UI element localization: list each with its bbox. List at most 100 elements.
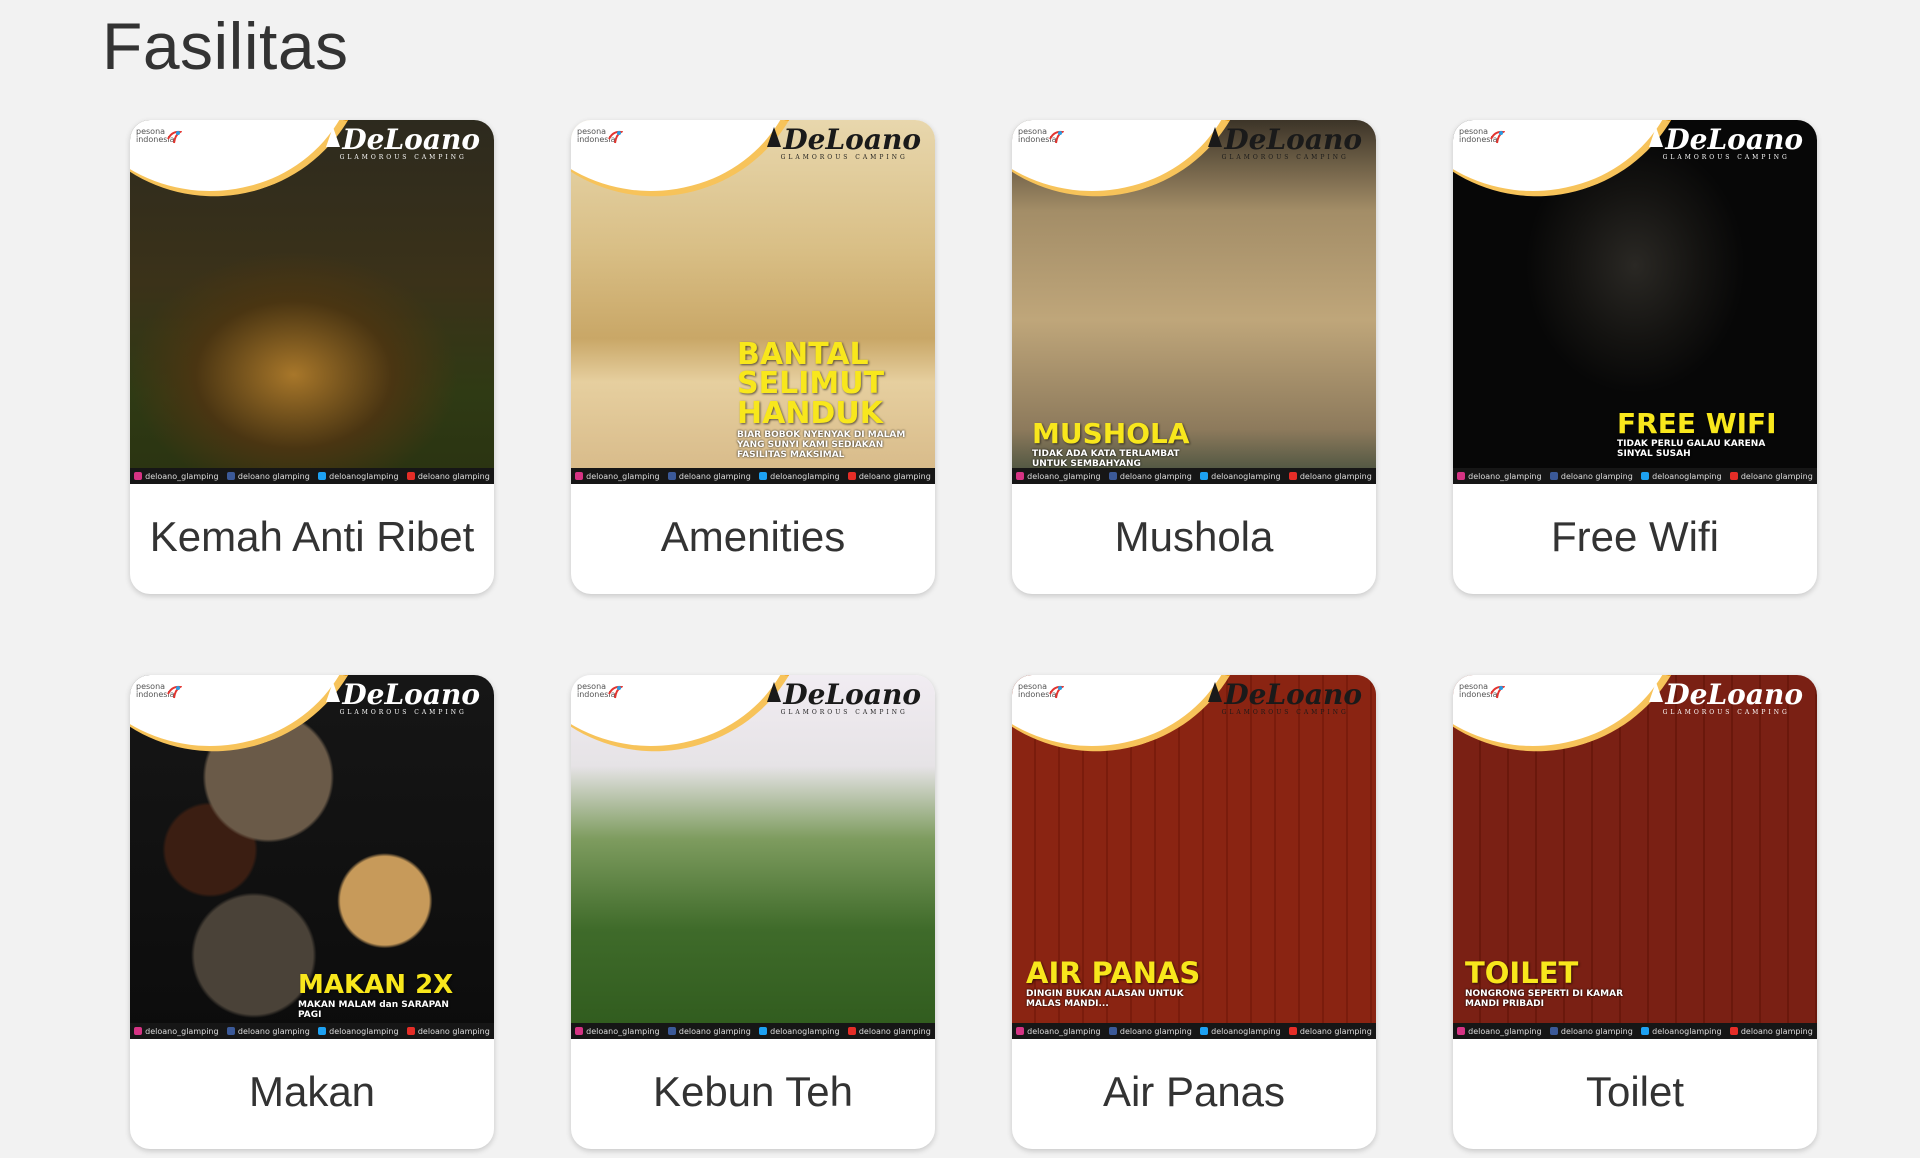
social-handle-text: deloano_glamping xyxy=(1468,471,1542,481)
social-handle: deloano glamping xyxy=(226,471,310,481)
overlay-subtitle: MAKAN MALAM dan SARAPAN PAGI xyxy=(298,1000,449,1021)
pesona-bird-icon xyxy=(167,130,182,144)
social-handle-text: deloano glamping xyxy=(237,1026,310,1036)
photo-overlay-text: MUSHOLA TIDAK ADA KATA TERLAMBAT UNTUK SE… xyxy=(1032,420,1202,470)
deloano-logo: DeLoano GLAMOROUS CAMPING xyxy=(1208,681,1362,717)
brand-tagline: GLAMOROUS CAMPING xyxy=(339,154,467,161)
facility-card[interactable]: pesona indonesia DeLoano GLAMOROUS CAMPING B… xyxy=(571,120,935,594)
social-handle: deloanoglamping xyxy=(1200,471,1281,481)
deloano-logo: DeLoano GLAMOROUS CAMPING xyxy=(1208,126,1362,162)
overlay-title: MAKAN 2X xyxy=(298,970,454,1000)
social-handle-text: deloanoglamping xyxy=(770,471,840,481)
instagram-icon xyxy=(575,1026,584,1035)
social-handle: deloano_glamping xyxy=(134,471,219,481)
social-handle-text: deloano glamping xyxy=(678,471,751,481)
brand-name: DeLoano xyxy=(783,123,921,156)
social-handle: deloano_glamping xyxy=(1457,471,1542,481)
social-handle-text: deloano_glamping xyxy=(145,471,219,481)
photo-overlay-text: AIR PANAS DINGIN BUKAN ALASAN UNTUK MALAS… xyxy=(1026,956,1201,1010)
social-strip: deloano_glamping deloano glamping deloanog… xyxy=(571,468,935,484)
brand-name: DeLoano xyxy=(1224,678,1362,711)
social-handle: deloanoglamping xyxy=(759,471,840,481)
social-handle: deloano glamping xyxy=(847,471,931,481)
facility-photo: pesona indonesia DeLoano GLAMOROUS CAMPING M… xyxy=(130,675,494,1039)
brand-name: DeLoano xyxy=(1665,123,1803,156)
instagram-icon xyxy=(134,471,143,480)
social-handle: deloano glamping xyxy=(1729,471,1813,481)
facility-card[interactable]: pesona indonesia DeLoano GLAMOROUS CAMPING T… xyxy=(1453,675,1817,1149)
facebook-icon xyxy=(1108,1026,1117,1035)
facility-card[interactable]: pesona indonesia DeLoano GLAMOROUS CAMPING d… xyxy=(130,120,494,594)
pesona-bird-icon xyxy=(1049,130,1064,144)
photo-overlay-text: FREE WIFI TIDAK PERLU GALAU KARENA SINYAL… xyxy=(1617,407,1787,460)
pine-tree-icon xyxy=(1208,127,1223,147)
youtube-icon xyxy=(406,1026,415,1035)
facebook-icon xyxy=(1108,471,1117,480)
brand-tagline: GLAMOROUS CAMPING xyxy=(1221,709,1349,716)
overlay-subtitle: BIAR BOBOK NYENYAK DI MALAM YANG SUNYI K… xyxy=(737,430,906,461)
brand-name: DeLoano xyxy=(1224,123,1362,156)
deloano-logo: DeLoano GLAMOROUS CAMPING xyxy=(1649,681,1803,717)
facebook-icon xyxy=(1549,1026,1558,1035)
photo-overlay-text: MAKAN 2X MAKAN MALAM dan SARAPAN PAGI xyxy=(298,970,468,1021)
social-strip: deloano_glamping deloano glamping deloanog… xyxy=(571,1023,935,1039)
social-handle-text: deloano glamping xyxy=(858,471,931,481)
instagram-icon xyxy=(1457,1026,1466,1035)
overlay-title: AIR PANAS xyxy=(1026,956,1201,990)
social-handle: deloano_glamping xyxy=(1016,471,1101,481)
social-strip: deloano_glamping deloano glamping deloanog… xyxy=(1012,1023,1376,1039)
social-handle-text: deloano glamping xyxy=(1560,1026,1633,1036)
youtube-icon xyxy=(847,471,856,480)
photo-overlay-text: TOILET NONGRONG SEPERTI DI KAMAR MANDI PR… xyxy=(1465,959,1635,1010)
twitter-icon xyxy=(1200,1026,1209,1035)
facility-grid: pesona indonesia DeLoano GLAMOROUS CAMPING d… xyxy=(130,120,1817,1149)
social-handle: deloano_glamping xyxy=(575,471,660,481)
brand-tagline: GLAMOROUS CAMPING xyxy=(780,154,908,161)
facility-photo: pesona indonesia DeLoano GLAMOROUS CAMPING A… xyxy=(1012,675,1376,1039)
social-handle: deloanoglamping xyxy=(318,1026,399,1036)
social-handle: deloano_glamping xyxy=(1457,1026,1542,1036)
pine-tree-icon xyxy=(767,682,782,702)
facility-card[interactable]: pesona indonesia DeLoano GLAMOROUS CAMPING F… xyxy=(1453,120,1817,594)
brand-name: DeLoano xyxy=(342,123,480,156)
brand-tagline: GLAMOROUS CAMPING xyxy=(1662,709,1790,716)
social-strip: deloano_glamping deloano glamping deloanog… xyxy=(1453,1023,1817,1039)
facility-card[interactable]: pesona indonesia DeLoano GLAMOROUS CAMPING M… xyxy=(1012,120,1376,594)
overlay-subtitle: NONGRONG SEPERTI DI KAMAR MANDI PRIBADI xyxy=(1465,989,1624,1010)
social-handle: deloano glamping xyxy=(406,1026,490,1036)
pesona-bird-icon xyxy=(1049,685,1064,699)
facility-card[interactable]: pesona indonesia DeLoano GLAMOROUS CAMPING d… xyxy=(571,675,935,1149)
facility-label: Kebun Teh xyxy=(652,1068,854,1115)
social-handle: deloano glamping xyxy=(1549,471,1633,481)
social-handle-text: deloano glamping xyxy=(1299,1026,1372,1036)
section-title: Fasilitas xyxy=(102,9,349,83)
social-handle-text: deloanoglamping xyxy=(770,1026,840,1036)
overlay-subtitle: DINGIN BUKAN ALASAN UNTUK MALAS MANDI... xyxy=(1026,989,1184,1010)
overlay-title: FREE WIFI xyxy=(1617,407,1777,440)
facility-card[interactable]: pesona indonesia DeLoano GLAMOROUS CAMPING M… xyxy=(130,675,494,1149)
instagram-icon xyxy=(1016,1026,1025,1035)
pine-tree-icon xyxy=(1649,127,1664,147)
pesona-bird-icon xyxy=(608,685,623,699)
social-handle-text: deloano glamping xyxy=(678,1026,751,1036)
social-handle: deloanoglamping xyxy=(1641,471,1722,481)
facility-card[interactable]: pesona indonesia DeLoano GLAMOROUS CAMPING A… xyxy=(1012,675,1376,1149)
social-handle: deloano glamping xyxy=(847,1026,931,1036)
social-handle: deloano_glamping xyxy=(1016,1026,1101,1036)
brand-tagline: GLAMOROUS CAMPING xyxy=(1221,154,1349,161)
social-handle: deloanoglamping xyxy=(318,471,399,481)
pine-tree-icon xyxy=(326,127,341,147)
facility-photo: pesona indonesia DeLoano GLAMOROUS CAMPING T… xyxy=(1453,675,1817,1039)
instagram-icon xyxy=(134,1026,143,1035)
social-handle-text: deloanoglamping xyxy=(329,1026,399,1036)
facility-photo: pesona indonesia DeLoano GLAMOROUS CAMPING M… xyxy=(1012,120,1376,484)
instagram-icon xyxy=(575,471,584,480)
facility-label: Mushola xyxy=(1114,513,1274,560)
social-handle-text: deloano glamping xyxy=(1299,471,1372,481)
social-handle: deloano glamping xyxy=(1729,1026,1813,1036)
social-handle: deloano glamping xyxy=(667,1026,751,1036)
social-handle-text: deloanoglamping xyxy=(1652,1026,1722,1036)
overlay-title: BANTAL SELIMUT HANDUK xyxy=(737,337,885,431)
facebook-icon xyxy=(667,1026,676,1035)
youtube-icon xyxy=(1729,1026,1738,1035)
